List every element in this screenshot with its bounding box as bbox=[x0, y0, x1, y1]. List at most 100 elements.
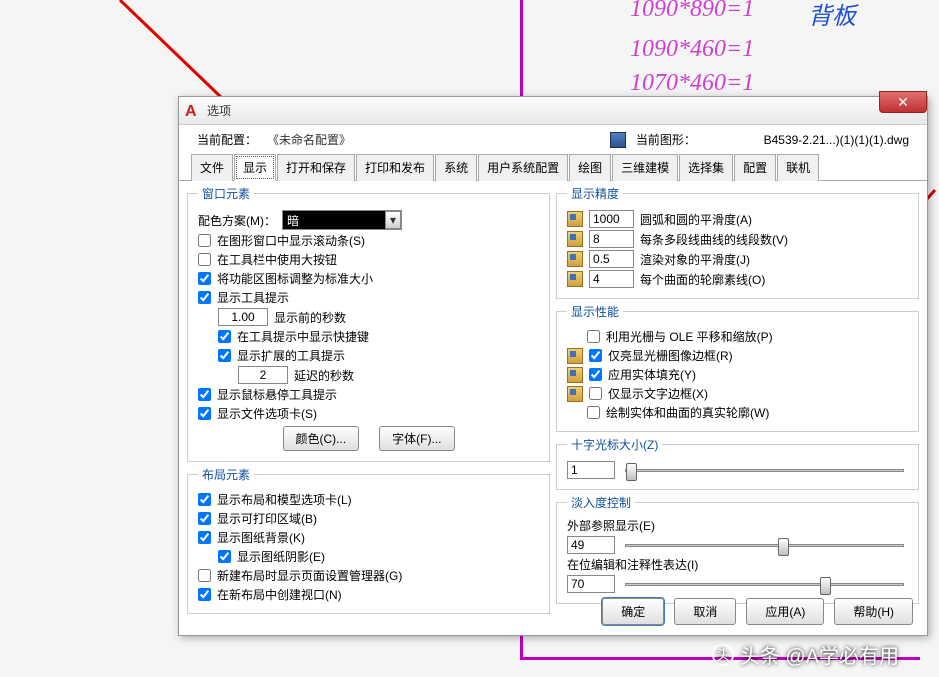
highlight-frame-check[interactable] bbox=[589, 349, 602, 362]
slider-thumb[interactable] bbox=[626, 463, 637, 481]
current-drawing-label: 当前图形： bbox=[636, 131, 696, 148]
tab-profiles[interactable]: 配置 bbox=[734, 154, 776, 181]
tooltip-delay-label: 显示前的秒数 bbox=[274, 309, 346, 326]
resize-ribbon-label: 将功能区图标调整为标准大小 bbox=[217, 270, 373, 287]
fade-control-legend: 淡入度控制 bbox=[567, 494, 635, 511]
inplace-fade-input[interactable] bbox=[567, 575, 615, 593]
cancel-button[interactable]: 取消 bbox=[674, 598, 736, 625]
tab-plot[interactable]: 打印和发布 bbox=[356, 154, 434, 181]
inplace-fade-label: 在位编辑和注释性表达(I) bbox=[567, 556, 908, 573]
layout-tabs-label: 显示布局和模型选项卡(L) bbox=[217, 491, 352, 508]
tab-open-save[interactable]: 打开和保存 bbox=[277, 154, 355, 181]
tooltips-label: 显示工具提示 bbox=[217, 289, 289, 306]
dwg-item-icon bbox=[567, 211, 583, 227]
xref-fade-input[interactable] bbox=[567, 536, 615, 554]
scrollbars-check[interactable] bbox=[198, 234, 211, 247]
create-viewport-label: 在新布局中创建视口(N) bbox=[217, 586, 342, 603]
tooltip-delay-input[interactable] bbox=[218, 308, 268, 326]
colors-button[interactable]: 颜色(C)... bbox=[283, 426, 360, 451]
tab-user-prefs[interactable]: 用户系统配置 bbox=[478, 154, 568, 181]
file-tabs-check[interactable] bbox=[198, 407, 211, 420]
dwg-item-icon bbox=[567, 231, 583, 247]
watermark: 头 头条 @A学必有用 bbox=[712, 640, 899, 669]
tab-selection[interactable]: 选择集 bbox=[679, 154, 733, 181]
crosshair-legend: 十字光标大小(Z) bbox=[567, 436, 662, 453]
autocad-icon: A bbox=[185, 103, 201, 119]
options-dialog: A 选项 ✕ 当前配置： 《未命名配置》 当前图形： B4539-2.21...… bbox=[178, 96, 928, 636]
help-button[interactable]: 帮助(H) bbox=[834, 598, 913, 625]
silhouettes-label: 绘制实体和曲面的真实轮廓(W) bbox=[606, 404, 769, 421]
text-frame-check[interactable] bbox=[589, 387, 602, 400]
resize-ribbon-check[interactable] bbox=[198, 272, 211, 285]
tab-system[interactable]: 系统 bbox=[435, 154, 477, 181]
apply-button[interactable]: 应用(A) bbox=[746, 598, 824, 625]
large-buttons-label: 在工具栏中使用大按钮 bbox=[217, 251, 337, 268]
ok-button[interactable]: 确定 bbox=[602, 598, 664, 625]
close-button[interactable]: ✕ bbox=[879, 91, 927, 113]
tab-file[interactable]: 文件 bbox=[191, 154, 233, 181]
arc-smoothness-label: 圆弧和圆的平滑度(A) bbox=[640, 211, 752, 228]
tab-strip: 文件 显示 打开和保存 打印和发布 系统 用户系统配置 绘图 三维建模 选择集 … bbox=[179, 154, 927, 181]
dialog-title: 选项 bbox=[207, 102, 231, 119]
page-setup-check[interactable] bbox=[198, 569, 211, 582]
render-smoothness-input[interactable] bbox=[589, 250, 634, 268]
color-scheme-combo[interactable]: 暗 ▾ bbox=[282, 210, 402, 230]
tab-display[interactable]: 显示 bbox=[234, 154, 276, 181]
chevron-down-icon: ▾ bbox=[385, 211, 401, 229]
xref-fade-label: 外部参照显示(E) bbox=[567, 517, 908, 534]
text-frame-label: 仅显示文字边框(X) bbox=[608, 385, 708, 402]
file-tabs-label: 显示文件选项卡(S) bbox=[217, 405, 317, 422]
titlebar[interactable]: A 选项 ✕ bbox=[179, 97, 927, 125]
ext-tooltips-check[interactable] bbox=[218, 349, 231, 362]
ext-tooltip-delay-input[interactable] bbox=[238, 366, 288, 384]
create-viewport-check[interactable] bbox=[198, 588, 211, 601]
contour-lines-label: 每个曲面的轮廓素线(O) bbox=[640, 271, 765, 288]
layout-elements-legend: 布局元素 bbox=[198, 466, 254, 483]
profile-infobar: 当前配置： 《未命名配置》 当前图形： B4539-2.21...)(1)(1)… bbox=[179, 125, 927, 154]
dwg-item-icon bbox=[567, 348, 583, 364]
tooltip-shortcuts-check[interactable] bbox=[218, 330, 231, 343]
page-setup-label: 新建布局时显示页面设置管理器(G) bbox=[217, 567, 402, 584]
dialog-footer: 确定 取消 应用(A) 帮助(H) bbox=[602, 598, 913, 625]
pan-zoom-check[interactable] bbox=[587, 330, 600, 343]
color-scheme-label: 配色方案(M)： bbox=[198, 212, 276, 229]
dwg-item-icon bbox=[567, 367, 583, 383]
dwg-icon bbox=[610, 132, 626, 148]
layout-tabs-check[interactable] bbox=[198, 493, 211, 506]
paper-bg-check[interactable] bbox=[198, 531, 211, 544]
silhouettes-check[interactable] bbox=[587, 406, 600, 419]
polyline-segs-input[interactable] bbox=[589, 230, 634, 248]
render-smoothness-label: 渲染对象的平滑度(J) bbox=[640, 251, 750, 268]
tab-3d[interactable]: 三维建模 bbox=[612, 154, 678, 181]
large-buttons-check[interactable] bbox=[198, 253, 211, 266]
crosshair-size-input[interactable] bbox=[567, 461, 615, 479]
tab-online[interactable]: 联机 bbox=[777, 154, 819, 181]
slider-thumb[interactable] bbox=[820, 577, 831, 595]
inplace-fade-slider[interactable] bbox=[625, 583, 904, 586]
layout-elements-group: 布局元素 显示布局和模型选项卡(L) 显示可打印区域(B) 显示图纸背景(K) … bbox=[187, 466, 550, 614]
printable-area-check[interactable] bbox=[198, 512, 211, 525]
display-performance-group: 显示性能 利用光栅与 OLE 平移和缩放(P) 仅亮显光栅图像边框(R) 应用实… bbox=[556, 303, 919, 432]
fade-control-group: 淡入度控制 外部参照显示(E) 在位编辑和注释性表达(I) bbox=[556, 494, 919, 604]
solid-fill-label: 应用实体填充(Y) bbox=[608, 366, 696, 383]
highlight-frame-label: 仅亮显光栅图像边框(R) bbox=[608, 347, 733, 364]
fonts-button[interactable]: 字体(F)... bbox=[379, 426, 454, 451]
hover-tooltips-label: 显示鼠标悬停工具提示 bbox=[217, 386, 337, 403]
crosshair-group: 十字光标大小(Z) bbox=[556, 436, 919, 490]
slider-thumb[interactable] bbox=[778, 538, 789, 556]
contour-lines-input[interactable] bbox=[589, 270, 634, 288]
hover-tooltips-check[interactable] bbox=[198, 388, 211, 401]
crosshair-slider[interactable] bbox=[625, 469, 904, 472]
headline-icon: 头 bbox=[712, 644, 734, 666]
arc-smoothness-input[interactable] bbox=[589, 210, 634, 228]
paper-shadow-check[interactable] bbox=[218, 550, 231, 563]
scrollbars-label: 在图形窗口中显示滚动条(S) bbox=[217, 232, 365, 249]
tab-drafting[interactable]: 绘图 bbox=[569, 154, 611, 181]
display-resolution-legend: 显示精度 bbox=[567, 185, 623, 202]
dwg-item-icon bbox=[567, 251, 583, 267]
solid-fill-check[interactable] bbox=[589, 368, 602, 381]
xref-fade-slider[interactable] bbox=[625, 544, 904, 547]
tooltips-check[interactable] bbox=[198, 291, 211, 304]
polyline-segs-label: 每条多段线曲线的线段数(V) bbox=[640, 231, 788, 248]
dwg-item-icon bbox=[567, 386, 583, 402]
